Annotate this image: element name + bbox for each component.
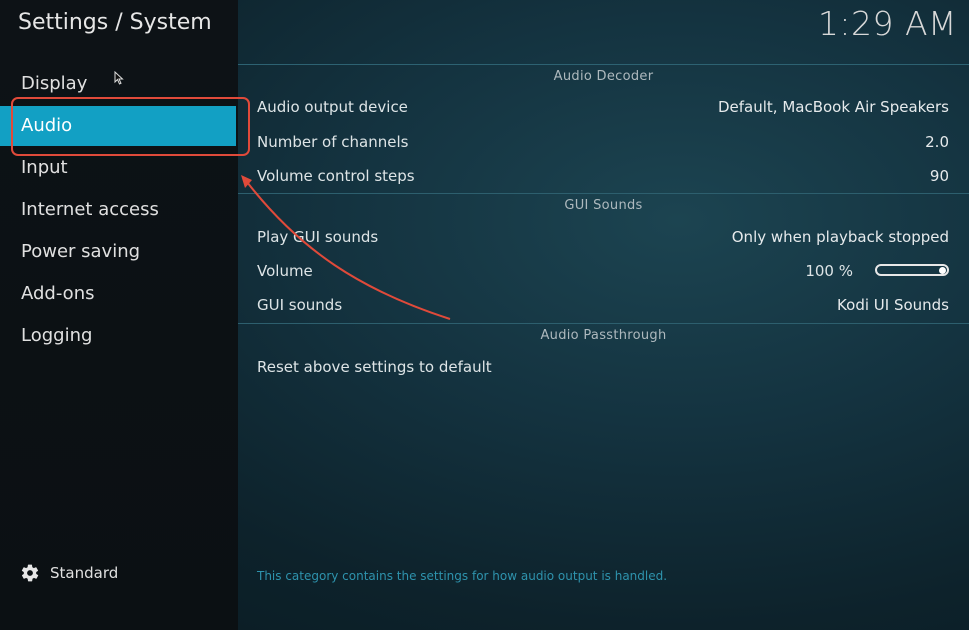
- setting-number-of-channels[interactable]: Number of channels 2.0: [257, 127, 949, 157]
- setting-play-gui-sounds[interactable]: Play GUI sounds Only when playback stopp…: [257, 222, 949, 252]
- settings-level-button[interactable]: Standard: [20, 561, 118, 585]
- setting-gui-sounds[interactable]: GUI sounds Kodi UI Sounds: [257, 290, 949, 320]
- sidebar-item-power-saving[interactable]: Power saving: [0, 232, 236, 272]
- settings-level-label: Standard: [50, 564, 119, 582]
- setting-label: Number of channels: [257, 133, 409, 151]
- help-text: This category contains the settings for …: [257, 569, 668, 583]
- section-header-audio-decoder: Audio Decoder: [553, 69, 654, 84]
- settings-window: Settings / System Display Audio Input In…: [0, 0, 969, 630]
- setting-label: Volume control steps: [257, 167, 415, 185]
- section-divider: [238, 193, 969, 194]
- clock: 1:29 AM: [817, 4, 957, 43]
- volume-slider[interactable]: [875, 264, 949, 276]
- gear-icon: [21, 564, 39, 582]
- page-title: Settings / System: [18, 10, 212, 35]
- setting-label: Reset above settings to default: [257, 358, 492, 376]
- setting-label: Play GUI sounds: [257, 228, 379, 246]
- setting-value: Kodi UI Sounds: [837, 296, 949, 314]
- setting-label: Audio output device: [257, 98, 408, 116]
- setting-label: Volume: [257, 262, 313, 280]
- setting-value: Only when playback stopped: [731, 228, 949, 246]
- content-divider: [238, 64, 969, 65]
- sidebar: Settings / System Display Audio Input In…: [0, 0, 238, 630]
- sidebar-item-logging[interactable]: Logging: [0, 316, 236, 356]
- sidebar-item-input[interactable]: Input: [0, 148, 236, 188]
- settings-content: Audio Decoder Audio output device Defaul…: [238, 64, 969, 584]
- section-header-gui-sounds: GUI Sounds: [564, 198, 643, 213]
- section-header-audio-passthrough: Audio Passthrough: [540, 328, 667, 343]
- setting-volume-control-steps[interactable]: Volume control steps 90: [257, 161, 949, 191]
- setting-label: GUI sounds: [257, 296, 343, 314]
- sidebar-item-add-ons[interactable]: Add-ons: [0, 274, 236, 314]
- setting-value: 90: [929, 167, 949, 185]
- setting-value: Default, MacBook Air Speakers: [717, 98, 949, 116]
- setting-audio-output-device[interactable]: Audio output device Default, MacBook Air…: [257, 92, 949, 122]
- reset-settings-button[interactable]: Reset above settings to default: [257, 352, 949, 382]
- volume-slider-knob[interactable]: [939, 267, 946, 274]
- section-divider: [238, 323, 969, 324]
- sidebar-item-internet-access[interactable]: Internet access: [0, 190, 236, 230]
- sidebar-item-audio[interactable]: Audio: [0, 106, 236, 146]
- mouse-cursor-icon: [114, 71, 124, 85]
- volume-value: 100 %: [805, 262, 853, 280]
- setting-value: 2.0: [925, 133, 949, 151]
- setting-volume[interactable]: Volume 100 %: [257, 256, 949, 286]
